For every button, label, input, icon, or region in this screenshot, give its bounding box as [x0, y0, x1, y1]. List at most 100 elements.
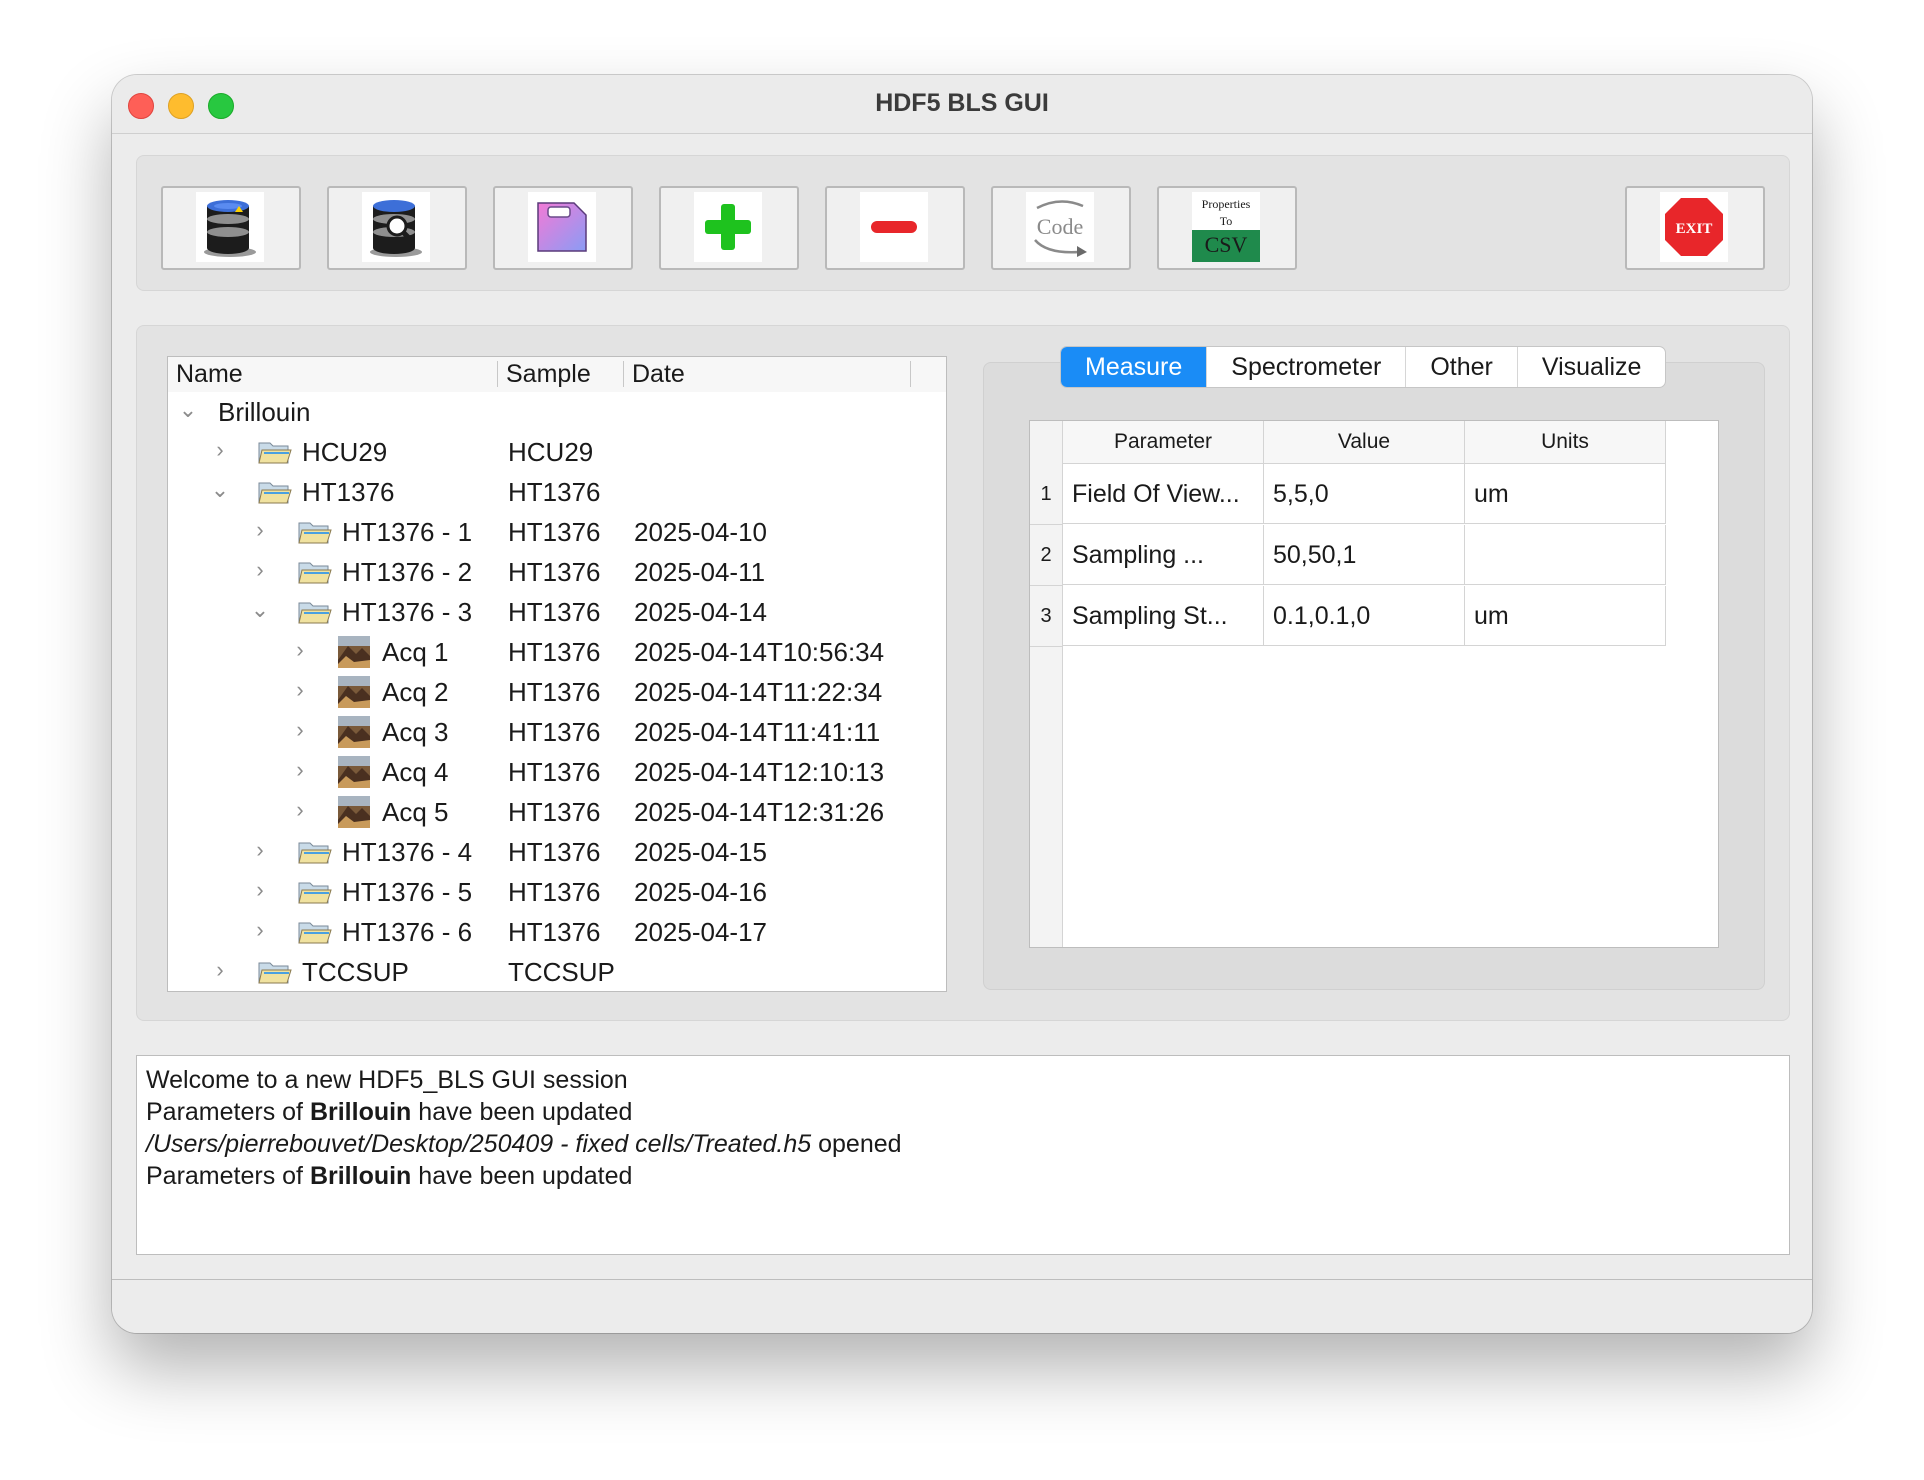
tree-item-name: Acq 5 — [382, 797, 449, 827]
log-console[interactable]: Welcome to a new HDF5_BLS GUI session Pa… — [136, 1055, 1790, 1255]
tree-item-name: Brillouin — [218, 397, 311, 427]
chevron-down-icon[interactable]: ⌄ — [210, 477, 230, 507]
tree-header-date[interactable]: Date — [632, 360, 685, 389]
folder-icon — [258, 479, 292, 512]
tab-spectrometer[interactable]: Spectrometer — [1207, 347, 1407, 387]
tree-row[interactable]: › Acq 3 HT1376 2025-04-14T11:41:11 — [168, 713, 946, 753]
inspect-database-button[interactable] — [327, 186, 467, 270]
parameter-cell[interactable]: Sampling St... — [1063, 586, 1264, 646]
file-tree[interactable]: Name Sample Date ⌄ Brillouin › HCU29 HCU… — [167, 356, 947, 992]
table-corner[interactable] — [1030, 421, 1063, 464]
chevron-right-icon[interactable]: › — [290, 797, 310, 827]
window-title: HDF5 BLS GUI — [875, 89, 1049, 117]
value-cell[interactable]: 5,5,0 — [1264, 464, 1465, 524]
exit-button[interactable]: EXIT — [1625, 186, 1765, 270]
tree-item-sample: HCU29 — [508, 437, 594, 467]
tree-item-date: 2025-04-14T12:31:26 — [634, 797, 885, 827]
csv-label-line2: To — [1220, 214, 1233, 228]
chevron-right-icon[interactable]: › — [210, 957, 230, 987]
add-button[interactable] — [659, 186, 799, 270]
column-header-units[interactable]: Units — [1465, 421, 1666, 464]
save-file-button[interactable] — [493, 186, 633, 270]
image-icon — [338, 756, 370, 795]
row-number[interactable]: 1 — [1030, 464, 1062, 525]
file-icon — [528, 192, 596, 262]
tree-row[interactable]: › HT1376 - 1 HT1376 2025-04-10 — [168, 513, 946, 553]
remove-button[interactable] — [825, 186, 965, 270]
log-bold-text: Brillouin — [309, 1098, 412, 1126]
tree-header: Name Sample Date — [168, 357, 946, 392]
chevron-right-icon[interactable]: › — [210, 437, 230, 467]
tree-item-sample: HT1376 — [508, 637, 601, 667]
tree-item-sample: HT1376 — [508, 517, 601, 547]
toolbar: Code Properties To CSV EXIT — [136, 155, 1790, 291]
tree-row[interactable]: › HT1376 - 6 HT1376 2025-04-17 — [168, 913, 946, 953]
chevron-right-icon[interactable]: › — [250, 517, 270, 547]
chevron-right-icon[interactable]: › — [290, 757, 310, 787]
tree-row[interactable]: ⌄ Brillouin — [168, 393, 946, 433]
parameter-cell[interactable]: Field Of View... — [1063, 464, 1264, 524]
log-text: have been updated — [411, 1162, 633, 1190]
chevron-right-icon[interactable]: › — [250, 917, 270, 947]
log-text: Parameters of — [146, 1162, 310, 1190]
main-panel: Name Sample Date ⌄ Brillouin › HCU29 HCU… — [136, 325, 1790, 1021]
chevron-right-icon[interactable]: › — [290, 677, 310, 707]
value-cell[interactable]: 0.1,0.1,0 — [1264, 586, 1465, 646]
tree-row[interactable]: › HT1376 - 2 HT1376 2025-04-11 — [168, 553, 946, 593]
tree-item-name: HCU29 — [302, 437, 388, 467]
properties-tab-panel: Measure Spectrometer Other Visualize Par… — [983, 346, 1765, 990]
chevron-down-icon[interactable]: ⌄ — [250, 597, 270, 627]
tree-header-sample[interactable]: Sample — [506, 360, 591, 389]
tree-row[interactable]: › HCU29 HCU29 — [168, 433, 946, 473]
folder-icon — [258, 959, 292, 991]
tree-row[interactable]: ⌄ HT1376 HT1376 — [168, 473, 946, 513]
row-number[interactable]: 3 — [1030, 586, 1062, 647]
units-cell[interactable]: um — [1465, 586, 1666, 646]
tree-item-sample: HT1376 — [508, 877, 601, 907]
units-cell[interactable]: um — [1465, 464, 1666, 524]
tree-item-name: HT1376 - 2 — [342, 557, 473, 587]
tab-visualize[interactable]: Visualize — [1518, 347, 1666, 387]
tree-item-date: 2025-04-15 — [634, 837, 767, 867]
database-open-icon — [196, 192, 264, 262]
chevron-right-icon[interactable]: › — [250, 557, 270, 587]
database-search-icon — [362, 192, 430, 262]
tab-other[interactable]: Other — [1406, 347, 1518, 387]
row-number[interactable]: 2 — [1030, 525, 1062, 586]
tree-item-sample: HT1376 — [508, 837, 601, 867]
tab-measure[interactable]: Measure — [1061, 347, 1208, 387]
tree-row[interactable]: ⌄ HT1376 - 3 HT1376 2025-04-14 — [168, 593, 946, 633]
folder-icon — [298, 879, 332, 912]
csv-label-line1: Properties — [1202, 197, 1251, 211]
tree-row[interactable]: › HT1376 - 4 HT1376 2025-04-15 — [168, 833, 946, 873]
tree-row[interactable]: › TCCSUP TCCSUP — [168, 953, 946, 991]
chevron-right-icon[interactable]: › — [250, 877, 270, 907]
tree-row[interactable]: › Acq 1 HT1376 2025-04-14T10:56:34 — [168, 633, 946, 673]
image-icon — [338, 676, 370, 715]
open-database-button[interactable] — [161, 186, 301, 270]
units-cell[interactable] — [1465, 525, 1666, 585]
chevron-right-icon[interactable]: › — [290, 637, 310, 667]
tree-row[interactable]: › Acq 4 HT1376 2025-04-14T12:10:13 — [168, 753, 946, 793]
chevron-right-icon[interactable]: › — [290, 717, 310, 747]
parameter-cell[interactable]: Sampling ... — [1063, 525, 1264, 585]
tree-row[interactable]: › Acq 2 HT1376 2025-04-14T11:22:34 — [168, 673, 946, 713]
tree-item-date: 2025-04-14T12:10:13 — [634, 757, 885, 787]
log-text: have been updated — [411, 1098, 633, 1126]
value-cell[interactable]: 50,50,1 — [1264, 525, 1465, 585]
log-text: Parameters of — [146, 1098, 310, 1126]
column-header-parameter[interactable]: Parameter — [1063, 421, 1264, 464]
tree-row[interactable]: › HT1376 - 5 HT1376 2025-04-16 — [168, 873, 946, 913]
properties-to-csv-button[interactable]: Properties To CSV — [1157, 186, 1297, 270]
parameters-table[interactable]: Parameter Value Units 1 Field Of View...… — [1029, 420, 1719, 948]
tab-bar: Measure Spectrometer Other Visualize — [1060, 346, 1667, 388]
column-header-value[interactable]: Value — [1264, 421, 1465, 464]
tree-header-name[interactable]: Name — [176, 360, 243, 389]
tree-item-sample: HT1376 — [508, 557, 601, 587]
export-code-button[interactable]: Code — [991, 186, 1131, 270]
chevron-down-icon[interactable]: ⌄ — [178, 397, 198, 427]
chevron-right-icon[interactable]: › — [250, 837, 270, 867]
tree-row[interactable]: › Acq 5 HT1376 2025-04-14T12:31:26 — [168, 793, 946, 833]
tree-item-name: HT1376 — [302, 477, 395, 507]
log-line: Welcome to a new HDF5_BLS GUI session — [146, 1066, 628, 1095]
